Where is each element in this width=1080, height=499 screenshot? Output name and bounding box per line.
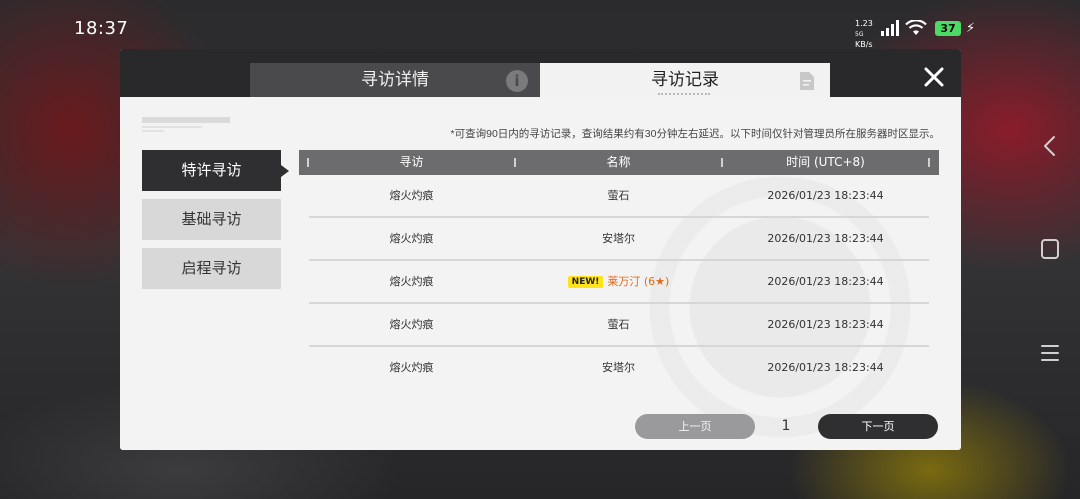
previous-page-button[interactable]: 上一页 [635,414,755,439]
network-type: 5G [855,31,864,38]
column-header-pool: 寻访 [399,155,424,169]
table-row: 熔火灼痕 萤石 2026/01/23 18:23:44 [309,175,929,218]
dialog-body: *可查询90日内的寻访记录，查询结果约有30分钟左右延迟。以下时间仅针对管理员所… [120,97,961,450]
sidebar-item-beginner-headhunting[interactable]: 启程寻访 [142,248,281,289]
tab-active-indicator [658,93,710,95]
menu-icon[interactable] [1038,341,1062,365]
status-bar: 18:37 1.23 5G KB/s 37 ⚡ [0,0,1080,50]
gacha-history-dialog: 寻访详情 i 寻访记录 *可查询90日内的寻访记录，查询结果约有30分钟左右延迟… [120,49,961,450]
network-speed: 1.23 5G KB/s [855,19,877,50]
cell-name: 安塔尔 [602,361,635,374]
tab-gacha-details[interactable]: 寻访详情 i [250,63,540,97]
cell-time: 2026/01/23 18:23:44 [767,361,884,374]
column-separator [928,158,930,167]
sidebar-item-standard-headhunting[interactable]: 基础寻访 [142,199,281,240]
tab-label: 寻访记录 [651,70,719,90]
records-table: 寻访 名称 时间 (UTC+8) 熔火灼痕 萤石 2026/01/23 18:2… [299,150,939,390]
cell-pool: 熔火灼痕 [389,275,434,288]
table-header: 寻访 名称 时间 (UTC+8) [299,150,939,175]
document-icon [800,72,814,90]
cell-pool: 熔火灼痕 [389,318,434,331]
cell-time: 2026/01/23 18:23:44 [767,318,884,331]
sidebar-item-label: 启程寻访 [181,259,242,277]
column-header-name: 名称 [606,155,631,169]
cell-name: 安塔尔 [602,232,635,245]
cell-time: 2026/01/23 18:23:44 [767,232,884,245]
status-time: 18:37 [74,18,129,39]
cell-pool: 熔火灼痕 [389,361,434,374]
new-badge: NEW! [567,276,604,288]
battery-icon: 37 [935,21,961,36]
faded-logo-mark [142,117,230,132]
table-row: 熔火灼痕 安塔尔 2026/01/23 18:23:44 [309,218,929,261]
next-page-button[interactable]: 下一页 [818,414,938,439]
tab-label: 寻访详情 [361,70,429,90]
table-row: 熔火灼痕 NEW! 莱万汀 (6★) 2026/01/23 18:23:44 [309,261,929,304]
table-row: 熔火灼痕 安塔尔 2026/01/23 18:23:44 [309,347,929,390]
home-icon[interactable] [1038,237,1062,261]
cell-name: NEW! 莱万汀 (6★) [516,261,721,303]
cell-time: 2026/01/23 18:23:44 [767,189,884,202]
cell-name: 萤石 [607,318,630,331]
sidebar-item-special-headhunting[interactable]: 特许寻访 [142,150,289,191]
query-notice: *可查询90日内的寻访记录，查询结果约有30分钟左右延迟。以下时间仅针对管理员所… [450,128,940,140]
page-number: 1 [781,418,791,434]
charging-icon: ⚡ [966,21,976,36]
close-icon[interactable] [920,63,948,91]
six-star-name: 莱万汀 (6★) [607,275,670,288]
network-speed-value: 1.23 [855,19,873,28]
sidebar-item-label: 基础寻访 [181,210,242,228]
cell-name: 萤石 [607,189,630,202]
back-icon[interactable] [1038,134,1062,158]
table-row: 熔火灼痕 萤石 2026/01/23 18:23:44 [309,304,929,347]
column-header-time: 时间 (UTC+8) [786,155,865,169]
wifi-icon [905,20,927,35]
cell-pool: 熔火灼痕 [389,189,434,202]
sidebar-item-label: 特许寻访 [181,161,242,179]
tab-gacha-records[interactable]: 寻访记录 [540,63,830,97]
signal-icon [881,20,899,36]
dialog-header: 寻访详情 i 寻访记录 [120,49,961,97]
cell-pool: 熔火灼痕 [389,232,434,245]
info-icon: i [506,70,528,92]
cell-time: 2026/01/23 18:23:44 [767,275,884,288]
